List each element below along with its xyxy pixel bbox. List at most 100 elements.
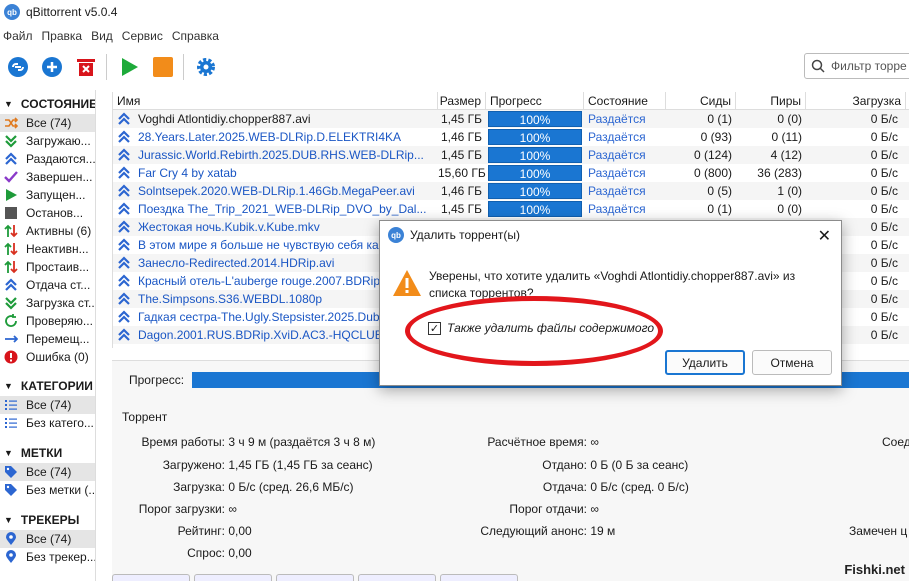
dllimit-label: Порог загрузки: (138, 502, 225, 516)
stop-button[interactable] (151, 55, 175, 79)
torrent-size: 15,60 ГБ (438, 166, 486, 180)
tag-item[interactable]: Без метки (... (0, 481, 95, 499)
torrent-peers: 4 (12) (770, 148, 802, 162)
torrent-name: Voghdi Atlontidiy.chopper887.avi (138, 112, 311, 126)
status-item[interactable]: Запущен... (0, 186, 95, 204)
tracker-item[interactable]: Все (74) (0, 530, 95, 548)
close-icon[interactable]: ✕ (818, 226, 831, 246)
tab-2[interactable] (194, 574, 272, 581)
column-name[interactable]: Имя (113, 92, 438, 109)
status-item[interactable]: Проверяю... (0, 312, 95, 330)
options-button[interactable] (194, 55, 218, 79)
dialog-title: Удалить торрент(ы) (410, 228, 520, 242)
categories-section-header[interactable]: ▼ КАТЕГОРИИ (0, 376, 95, 396)
window-title: qBittorrent v5.0.4 (26, 5, 118, 19)
status-item[interactable]: Раздаются... (0, 150, 95, 168)
menu-view[interactable]: Вид (88, 29, 119, 43)
status-item[interactable]: Ошибка (0) (0, 348, 95, 366)
category-item[interactable]: Без катего... (0, 414, 95, 432)
tag-icon (4, 465, 18, 479)
torrent-row[interactable]: Jurassic.World.Rebirth.2025.DUB.RHS.WEB-… (113, 146, 909, 164)
torrent-row[interactable]: Voghdi Atlontidiy.chopper887.avi 1,45 ГБ 1… (113, 110, 909, 128)
menu-edit[interactable]: Правка (39, 29, 89, 43)
download-chevron-icon (4, 134, 18, 148)
status-item[interactable]: Активны (6) (0, 222, 95, 240)
seeding-icon (118, 238, 130, 251)
status-item[interactable]: Простаив... (0, 258, 95, 276)
plus-icon (42, 57, 62, 77)
updown-icon (4, 242, 18, 256)
uploaded-label: Отдано: (542, 458, 587, 472)
add-link-button[interactable] (6, 55, 30, 79)
details-panel: Прогресс: Торрент Время работы: 3 ч 9 м … (112, 360, 909, 581)
column-state[interactable]: Состояние (584, 92, 666, 109)
progress-bar: 100% (488, 201, 582, 217)
tag-icon (4, 483, 18, 497)
announce-label: Следующий анонс: (480, 524, 587, 538)
list-icon (4, 416, 18, 430)
menu-bar: Файл Правка Вид Сервис Справка (0, 26, 225, 46)
torrent-name: В этом мире я больше не чувствую себя ка… (138, 238, 384, 252)
status-item[interactable]: Отдача ст... (0, 276, 95, 294)
column-peers[interactable]: Пиры (736, 92, 806, 109)
tab-4[interactable] (358, 574, 436, 581)
status-item[interactable]: Останов... (0, 204, 95, 222)
updown-icon (4, 260, 18, 274)
uplimit-value: ∞ (590, 502, 599, 516)
delete-confirm-button[interactable]: Удалить (665, 350, 745, 375)
category-item-label: Без катего... (26, 416, 94, 430)
status-section-header[interactable]: ▼ СОСТОЯНИЕ (0, 94, 95, 114)
column-seeds[interactable]: Сиды (666, 92, 736, 109)
column-size[interactable]: Размер (438, 92, 486, 109)
menu-file[interactable]: Файл (0, 29, 39, 43)
tracker-item[interactable]: Без трекер... (0, 548, 95, 566)
torrent-row[interactable]: 28.Years.Later.2025.WEB-DLRip.D.ELEKTRI4… (113, 128, 909, 146)
start-button[interactable] (117, 55, 141, 79)
tab-5[interactable] (440, 574, 518, 581)
status-item[interactable]: Завершен... (0, 168, 95, 186)
torrent-name: Красный отель-L'auberge rouge.2007.BDRip… (138, 274, 384, 288)
seeding-icon (118, 256, 130, 269)
menu-help[interactable]: Справка (169, 29, 225, 43)
menu-tools[interactable]: Сервис (119, 29, 169, 43)
status-item[interactable]: Перемещ... (0, 330, 95, 348)
pin-icon (4, 550, 18, 564)
status-item[interactable]: Неактивн... (0, 240, 95, 258)
filter-input[interactable]: Фильтр торре (804, 53, 909, 79)
column-download[interactable]: Загрузка (806, 92, 906, 109)
rating-label: Рейтинг: (177, 524, 225, 538)
app-logo-icon: qb (388, 227, 404, 243)
torrent-name: Jurassic.World.Rebirth.2025.DUB.RHS.WEB-… (138, 148, 424, 162)
seeding-icon (118, 130, 130, 143)
status-item[interactable]: Все (74) (0, 114, 95, 132)
status-item-label: Загрузка ст... (26, 296, 96, 310)
uptime-value: 3 ч 9 м (раздаётся 3 ч 8 м) (228, 435, 376, 449)
upload-chevron-icon (4, 152, 18, 166)
delete-button[interactable] (74, 55, 98, 79)
tag-item[interactable]: Все (74) (0, 463, 95, 481)
tags-section-header[interactable]: ▼ МЕТКИ (0, 443, 95, 463)
torrent-size: 1,45 ГБ (440, 112, 482, 126)
trackers-section-header[interactable]: ▼ ТРЕКЕРЫ (0, 510, 95, 530)
status-item[interactable]: Загружаю... (0, 132, 95, 150)
column-progress[interactable]: Прогресс (486, 92, 584, 109)
add-file-button[interactable] (40, 55, 64, 79)
tab-3[interactable] (276, 574, 354, 581)
cancel-button[interactable]: Отмена (752, 350, 832, 375)
trash-icon (77, 59, 95, 76)
category-item[interactable]: Все (74) (0, 396, 95, 414)
rating-value: 0,00 (228, 524, 252, 538)
status-item[interactable]: Загрузка ст... (0, 294, 95, 312)
progress-bar: 100% (488, 129, 582, 145)
sidebar: ▼ СОСТОЯНИЕ Все (74) Загружаю... Раздаются.… (0, 90, 96, 581)
seeding-icon (118, 184, 130, 197)
torrent-row[interactable]: Поездка The_Trip_2021_WEB-DLRip_DVO_by_D… (113, 200, 909, 218)
torrent-row[interactable]: Solntsepek.2020.WEB-DLRip.1.46Gb.MegaPee… (113, 182, 909, 200)
download-chevron-icon (4, 296, 18, 310)
link-icon (8, 57, 28, 77)
torrent-row[interactable]: Far Cry 4 by xatab 15,60 ГБ 100% Раздаётся 0… (113, 164, 909, 182)
downloaded-label: Загружено: (162, 458, 225, 472)
torrent-download-speed: 0 Б/с (870, 202, 898, 216)
torrent-peers: 0 (11) (771, 130, 802, 144)
tab-1[interactable] (112, 574, 190, 581)
